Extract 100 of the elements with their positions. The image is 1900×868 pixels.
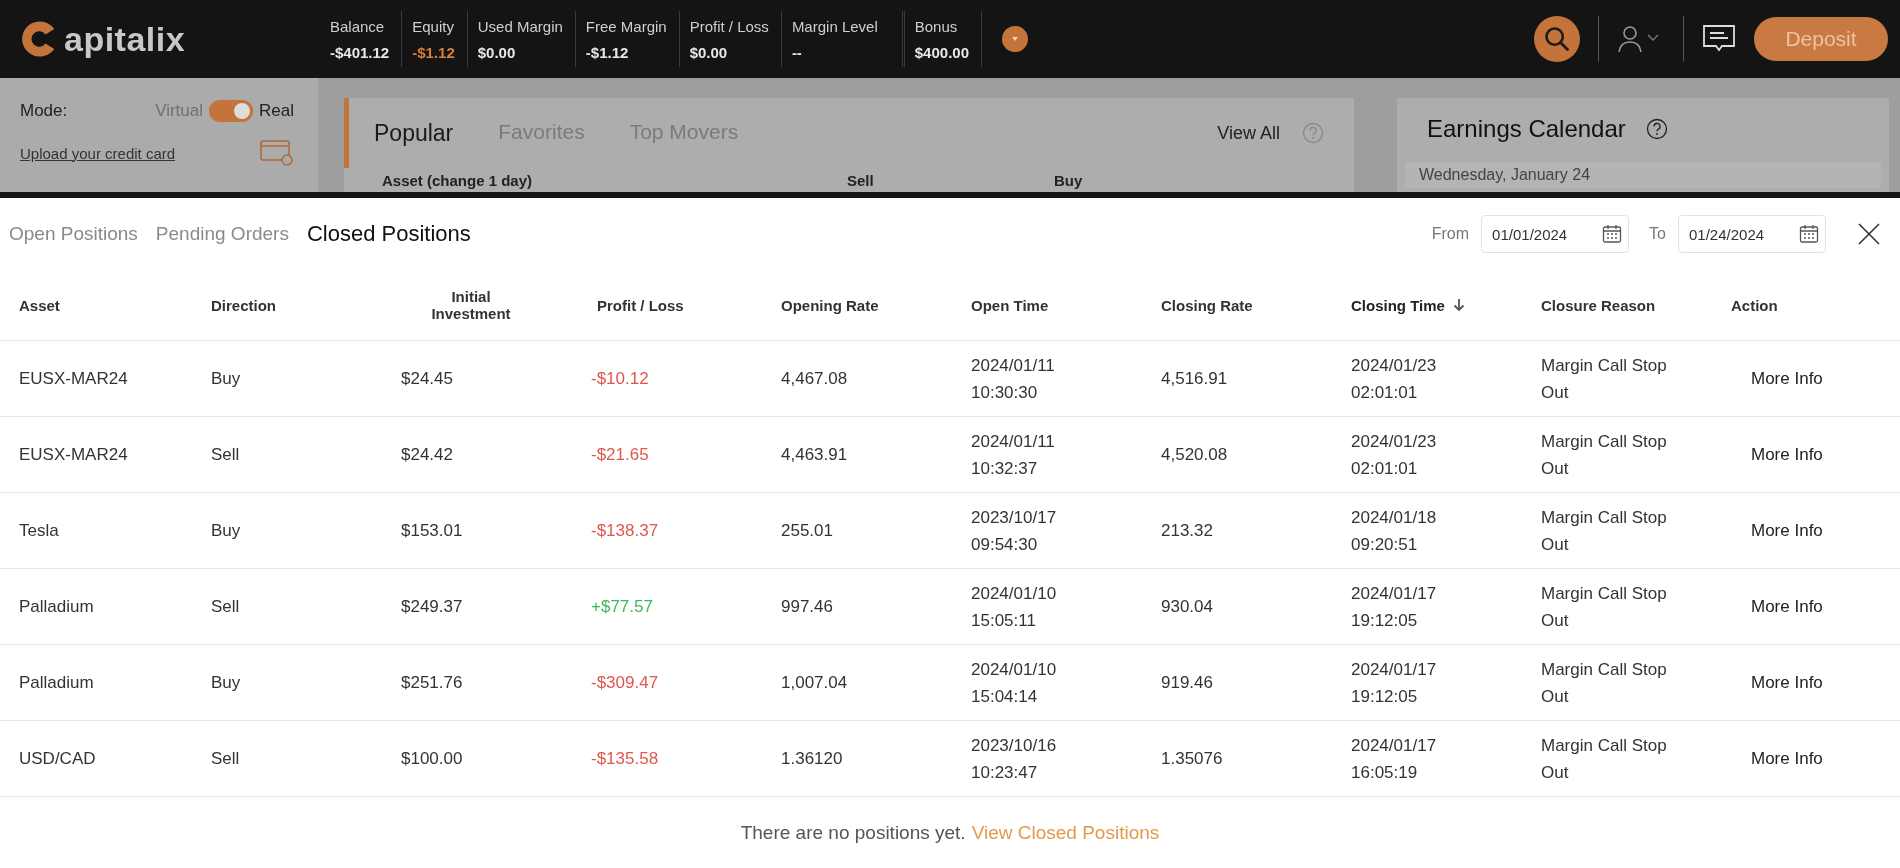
closure-reason-cell-text: Margin Call Stop Out (1541, 582, 1668, 632)
positions-tab[interactable]: Pending Orders (155, 223, 289, 245)
direction-cell-text: Sell (211, 748, 241, 769)
direction-cell-text: Buy (211, 672, 242, 693)
direction-cell-text: Sell (211, 596, 241, 617)
closing-rate-cell-text: 919.46 (1161, 672, 1214, 693)
investment-cell-text: $251.76 (401, 672, 464, 693)
open-time-cell-text: 2023/10/16 10:23:47 (971, 734, 1058, 784)
upload-card-link[interactable]: Upload your credit card (20, 144, 176, 162)
open-time-cell-text: 2024/01/10 15:05:11 (971, 582, 1058, 632)
closing-rate-cell-text: 930.04 (1161, 596, 1214, 617)
asset-cell-text: Palladium (19, 596, 95, 617)
view-all-link[interactable]: View All (1217, 122, 1280, 144)
column-header[interactable]: Initial Investment (411, 288, 531, 322)
profit-loss-cell-text: +$77.57 (591, 596, 654, 617)
stat-value: $0.00 (689, 43, 729, 61)
column-header[interactable]: Action (1731, 296, 1778, 314)
direction-cell-text: Buy (211, 368, 242, 389)
search-button[interactable] (1534, 16, 1580, 62)
stat-label: Bonus (914, 17, 959, 35)
expand-button[interactable] (1002, 26, 1028, 52)
asset-cell-text: EUSX-MAR24 (19, 444, 129, 465)
column-header[interactable]: Opening Rate (781, 296, 879, 314)
more-info-link[interactable]: More Info (1751, 748, 1823, 768)
investment-cell-text: $249.37 (401, 596, 464, 617)
positions-tab[interactable]: Open Positions (9, 223, 138, 245)
close-icon[interactable] (1858, 223, 1880, 245)
profit-loss-cell-text: -$309.47 (591, 672, 660, 693)
stat-value: $400.00 (914, 43, 969, 61)
column-header[interactable]: Open Time (971, 296, 1049, 314)
column-header[interactable]: Closing Rate (1161, 296, 1253, 314)
search-icon[interactable] (1543, 25, 1571, 53)
from-date-field[interactable]: 01/01/2024 (1481, 215, 1630, 253)
closing-time-cell-text: 2024/01/17 16:05:19 (1351, 734, 1438, 784)
column-header: Sell (847, 172, 875, 189)
closing-time-cell-text: 2024/01/17 19:12:05 (1351, 658, 1438, 708)
closing-time-cell-text: 2024/01/23 02:01:01 (1351, 430, 1438, 480)
market-tab[interactable]: Popular (374, 119, 454, 147)
profit-loss-cell-text: -$138.37 (591, 520, 660, 541)
stat-label: Free Margin (585, 17, 667, 35)
closing-rate-cell-text: 4,516.91 (1161, 368, 1229, 389)
real-label: Real (259, 101, 294, 121)
positions-tab[interactable]: Closed Positions (306, 221, 471, 247)
stat-label: Used Margin (477, 17, 563, 35)
opening-rate-cell-text: 1,007.04 (781, 672, 849, 693)
more-info-link[interactable]: More Info (1751, 672, 1823, 692)
stat-value: -$1.12 (585, 43, 630, 61)
chat-icon[interactable] (1702, 24, 1736, 54)
investment-cell-text: $153.01 (401, 520, 464, 541)
asset-cell-text: USD/CAD (19, 748, 97, 769)
open-time-cell-text: 2023/10/17 09:54:30 (971, 506, 1058, 556)
closure-reason-cell-text: Margin Call Stop Out (1541, 506, 1668, 556)
more-info-link[interactable]: More Info (1751, 596, 1823, 616)
more-info-link[interactable]: More Info (1751, 368, 1823, 388)
more-info-link[interactable]: More Info (1751, 444, 1823, 464)
opening-rate-cell-text: 1.36120 (781, 748, 844, 769)
mode-label: Mode: (20, 101, 68, 121)
to-date-field[interactable]: 01/24/2024 (1678, 215, 1826, 253)
profit-loss-cell-text: -$135.58 (591, 748, 660, 769)
column-header[interactable]: Closing Time (1351, 296, 1445, 314)
column-header[interactable]: Asset (19, 296, 60, 314)
help-icon[interactable] (1645, 118, 1668, 140)
direction-cell-text: Sell (211, 444, 241, 465)
stat-value: $0.00 (477, 43, 517, 61)
closing-rate-cell-text: 213.32 (1161, 520, 1214, 541)
calendar-icon[interactable] (1602, 224, 1623, 244)
stat-value: -$401.12 (330, 43, 390, 61)
asset-cell-text: Palladium (19, 672, 95, 693)
column-header[interactable]: Direction (211, 296, 276, 314)
opening-rate-cell-text: 255.01 (781, 520, 834, 541)
investment-cell-text: $24.45 (401, 368, 454, 389)
column-header: Buy (1054, 172, 1083, 189)
profit-loss-cell-text: -$10.12 (591, 368, 650, 389)
closing-rate-cell-text: 4,520.08 (1161, 444, 1229, 465)
closure-reason-cell-text: Margin Call Stop Out (1541, 354, 1668, 404)
profit-loss-cell-text: -$21.65 (591, 444, 650, 465)
direction-cell-text: Buy (211, 520, 242, 541)
earnings-date: Wednesday, January 24 (1419, 166, 1591, 183)
stat-label: Equity (412, 17, 455, 35)
closure-reason-cell-text: Margin Call Stop Out (1541, 658, 1668, 708)
stat-value: -- (791, 43, 803, 61)
closing-time-cell-text: 2024/01/23 02:01:01 (1351, 354, 1438, 404)
more-info-link[interactable]: More Info (1751, 520, 1823, 540)
calendar-icon[interactable] (1799, 224, 1819, 244)
open-time-cell-text: 2024/01/10 15:04:14 (971, 658, 1058, 708)
closing-rate-cell-text: 1.35076 (1161, 748, 1224, 769)
stat-label: Profit / Loss (689, 17, 769, 35)
credit-card-icon (260, 140, 294, 166)
open-time-cell-text: 2024/01/11 10:30:30 (971, 354, 1056, 404)
mode-toggle[interactable] (209, 100, 254, 122)
investment-cell-text: $24.42 (401, 444, 454, 465)
asset-cell-text: Tesla (19, 520, 60, 541)
opening-rate-cell-text: 4,467.08 (781, 368, 849, 389)
closing-time-cell-text: 2024/01/18 09:20:51 (1351, 506, 1438, 556)
column-header[interactable]: Closure Reason (1541, 296, 1656, 314)
column-header[interactable]: Profit / Loss (597, 296, 684, 314)
logo-text: apitalix (64, 19, 186, 59)
earnings-title: Earnings Calendar (1427, 115, 1626, 143)
asset-cell-text: EUSX-MAR24 (19, 368, 129, 389)
sort-down-icon[interactable] (1452, 298, 1465, 312)
